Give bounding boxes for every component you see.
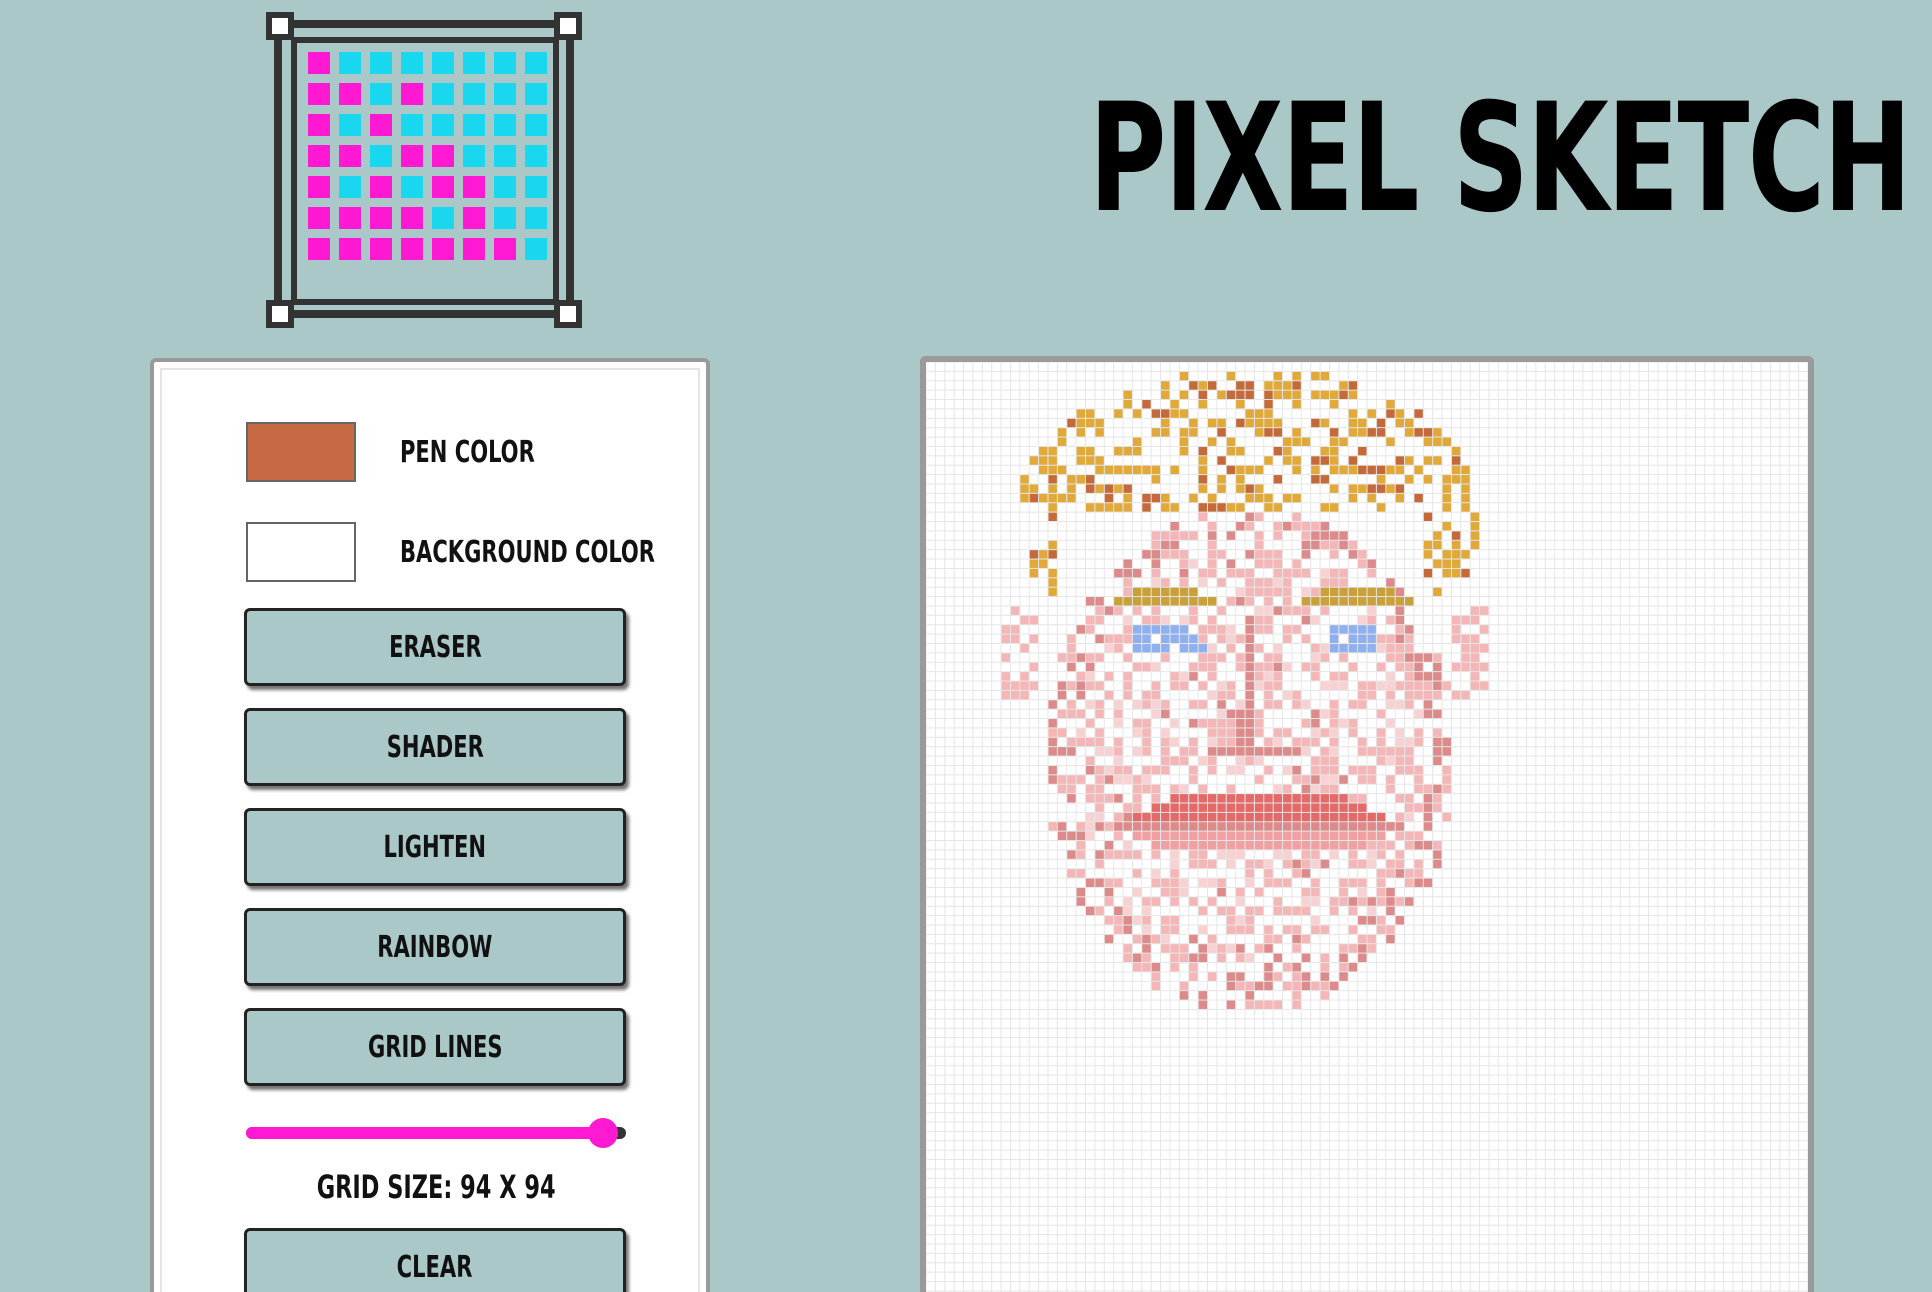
- eraser-button[interactable]: ERASER: [244, 608, 626, 686]
- logo-pixel: [432, 238, 454, 260]
- logo-pixel: [308, 207, 330, 229]
- logo-pixel: [308, 238, 330, 260]
- logo-pixel: [432, 83, 454, 105]
- logo-pixel: [401, 238, 423, 260]
- rainbow-button-label: RAINBOW: [377, 929, 493, 965]
- logo-pixel: [339, 207, 361, 229]
- logo-pixel: [525, 145, 547, 167]
- logo-pixel: [401, 83, 423, 105]
- logo-pixel: [525, 207, 547, 229]
- logo-pixel: [308, 52, 330, 74]
- rainbow-button[interactable]: RAINBOW: [244, 908, 626, 986]
- logo-corner-handle: [266, 12, 294, 40]
- logo-pixel: [370, 52, 392, 74]
- logo-pixel: [494, 114, 516, 136]
- lighten-button-label: LIGHTEN: [383, 829, 487, 865]
- logo-pixel: [494, 52, 516, 74]
- grid-size-label: GRID SIZE: 94 X 94: [316, 1168, 556, 1206]
- pixel-grid-logo: [264, 10, 584, 330]
- control-panel: PEN COLOR BACKGROUND COLOR ERASER SHADER…: [150, 358, 710, 1292]
- logo-pixel: [339, 176, 361, 198]
- logo-pixel: [494, 145, 516, 167]
- logo-pixel: [463, 207, 485, 229]
- logo-pixel: [401, 114, 423, 136]
- logo-pixel: [432, 52, 454, 74]
- logo-pixel: [401, 207, 423, 229]
- logo-pixel: [525, 83, 547, 105]
- logo-frame-left: [274, 26, 282, 316]
- logo-pixel: [494, 238, 516, 260]
- logo-pixel: [432, 145, 454, 167]
- logo-pixel: [463, 238, 485, 260]
- background-color-row: BACKGROUND COLOR: [246, 520, 666, 584]
- logo-pixel: [525, 114, 547, 136]
- logo-pixel: [308, 176, 330, 198]
- logo-pixel: [308, 83, 330, 105]
- logo-inner-border: [291, 37, 559, 305]
- logo-pixel: [308, 145, 330, 167]
- logo-pixel: [401, 52, 423, 74]
- lighten-button[interactable]: LIGHTEN: [244, 808, 626, 886]
- logo-pixel: [370, 114, 392, 136]
- logo-pixel: [494, 207, 516, 229]
- logo-pixel: [339, 83, 361, 105]
- logo-pixel: [339, 238, 361, 260]
- clear-button[interactable]: CLEAR: [244, 1228, 626, 1292]
- logo-pixel: [432, 114, 454, 136]
- logo-pixel: [525, 52, 547, 74]
- logo-pixel: [463, 52, 485, 74]
- logo-pixel: [432, 176, 454, 198]
- shader-button[interactable]: SHADER: [244, 708, 626, 786]
- logo-pixel: [525, 238, 547, 260]
- logo-pixel: [463, 83, 485, 105]
- logo-pixel: [494, 176, 516, 198]
- logo-pixel: [463, 145, 485, 167]
- eraser-button-label: ERASER: [388, 629, 482, 665]
- pen-color-row: PEN COLOR: [246, 420, 666, 484]
- clear-button-label: CLEAR: [397, 1249, 473, 1285]
- sketch-grid[interactable]: [926, 362, 1808, 1292]
- grid-lines-button-label: GRID LINES: [367, 1029, 503, 1065]
- logo-pixel: [339, 52, 361, 74]
- logo-pixel: [339, 114, 361, 136]
- logo-pixel: [308, 114, 330, 136]
- background-color-label: BACKGROUND COLOR: [400, 534, 656, 570]
- background-color-picker[interactable]: [246, 522, 356, 582]
- logo-pixel: [494, 83, 516, 105]
- logo-pixel: [463, 114, 485, 136]
- pen-color-label: PEN COLOR: [400, 434, 535, 470]
- app: PIXEL SKETCH PEN COLOR BACKGROUND COLOR …: [0, 0, 1932, 1292]
- logo-frame-top: [280, 20, 570, 28]
- logo-corner-handle: [554, 12, 582, 40]
- logo-pixel: [401, 176, 423, 198]
- logo-pixel: [432, 207, 454, 229]
- logo-corner-handle: [266, 300, 294, 328]
- logo-pixel: [339, 145, 361, 167]
- shader-button-label: SHADER: [386, 729, 484, 765]
- logo-corner-handle: [554, 300, 582, 328]
- logo-pixel: [401, 145, 423, 167]
- page-title: PIXEL SKETCH: [1089, 72, 1911, 246]
- logo-pixel: [370, 207, 392, 229]
- logo-pixel: [370, 238, 392, 260]
- grid-size-readout: GRID SIZE: 94 X 94: [246, 1168, 626, 1206]
- logo-frame-right: [566, 26, 574, 316]
- logo-pixel: [370, 145, 392, 167]
- grid-lines-overlay: [926, 362, 1808, 1292]
- pen-color-picker[interactable]: [246, 422, 356, 482]
- logo-graphic: [266, 12, 582, 328]
- sketch-canvas[interactable]: [920, 356, 1814, 1292]
- slider-thumb[interactable]: [588, 1118, 618, 1148]
- logo-pixel: [370, 83, 392, 105]
- grid-size-slider[interactable]: [246, 1118, 626, 1148]
- logo-pixel: [463, 176, 485, 198]
- logo-pixel: [370, 176, 392, 198]
- logo-frame-bottom: [280, 310, 570, 318]
- slider-fill: [246, 1127, 603, 1139]
- logo-pixel: [525, 176, 547, 198]
- grid-lines-button[interactable]: GRID LINES: [244, 1008, 626, 1086]
